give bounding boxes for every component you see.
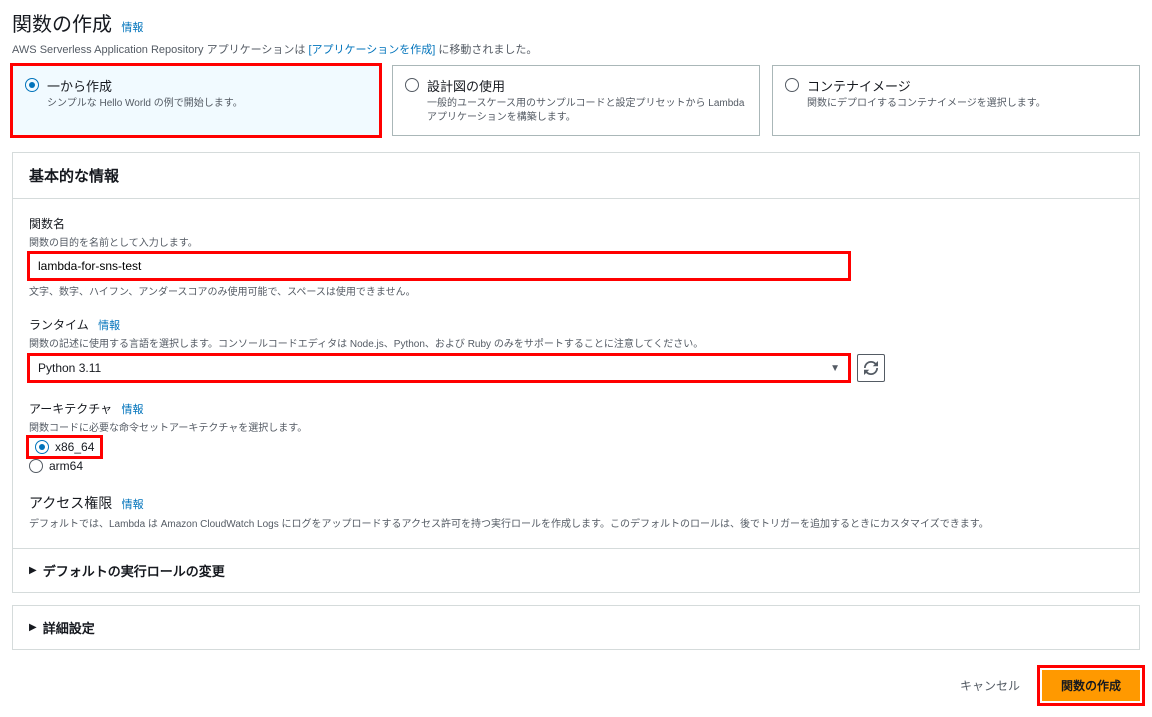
basic-info-title: 基本的な情報 (29, 165, 1123, 186)
permissions-title: アクセス権限 (29, 493, 112, 513)
page-subtitle: AWS Serverless Application Repository アプ… (12, 41, 1140, 57)
refresh-icon (864, 361, 878, 375)
function-name-hint: 関数の目的を名前として入力します。 (29, 234, 1123, 249)
permissions-desc: デフォルトでは、Lambda は Amazon CloudWatch Logs … (29, 515, 1123, 530)
arch-label: arm64 (49, 459, 83, 473)
page-title: 関数の作成 (12, 8, 112, 37)
expander-title: 詳細設定 (43, 618, 95, 637)
runtime-label-text: ランタイム (29, 318, 89, 332)
runtime-info-link[interactable]: 情報 (98, 320, 120, 332)
radio-icon (785, 78, 799, 92)
arch-x86-64-option[interactable]: x86_64 (29, 438, 100, 456)
info-link[interactable]: 情報 (121, 22, 143, 34)
option-author-from-scratch[interactable]: 一から作成 シンプルな Hello World の例で開始します。 (12, 65, 380, 136)
create-application-link[interactable]: [アプリケーションを作成] (308, 44, 435, 56)
radio-icon (405, 78, 419, 92)
option-container-image[interactable]: コンテナイメージ 関数にデプロイするコンテナイメージを選択します。 (772, 65, 1140, 136)
expander-title: デフォルトの実行ロールの変更 (43, 561, 225, 580)
function-name-group: 関数名 関数の目的を名前として入力します。 文字、数字、ハイフン、アンダースコア… (29, 215, 1123, 298)
option-title: 設計図の使用 (427, 76, 747, 95)
chevron-right-icon: ▶ (29, 622, 37, 633)
option-desc: 一般的ユースケース用のサンプルコードと設定プリセットから Lambda アプリケ… (427, 97, 747, 125)
option-use-blueprint[interactable]: 設計図の使用 一般的ユースケース用のサンプルコードと設定プリセットから Lamb… (392, 65, 760, 136)
creation-options: 一から作成 シンプルな Hello World の例で開始します。 設計図の使用… (12, 65, 1140, 136)
radio-icon (25, 78, 39, 92)
default-role-expander[interactable]: ▶ デフォルトの実行ロールの変更 (13, 548, 1139, 592)
radio-icon (35, 440, 49, 454)
architecture-hint: 関数コードに必要な命令セットアーキテクチャを選択します。 (29, 419, 1123, 434)
runtime-group: ランタイム 情報 関数の記述に使用する言語を選択します。コンソールコードエディタ… (29, 316, 1123, 382)
runtime-hint: 関数の記述に使用する言語を選択します。コンソールコードエディタは Node.js… (29, 335, 1123, 350)
architecture-label-text: アーキテクチャ (29, 402, 112, 416)
architecture-info-link[interactable]: 情報 (122, 404, 144, 416)
arch-label: x86_64 (55, 440, 94, 454)
option-desc: シンプルな Hello World の例で開始します。 (47, 97, 367, 111)
advanced-settings-expander[interactable]: ▶ 詳細設定 (12, 605, 1140, 650)
runtime-value: Python 3.11 (38, 361, 101, 375)
subtitle-text-after: に移動されました。 (435, 44, 537, 56)
permissions-section: アクセス権限 情報 デフォルトでは、Lambda は Amazon CloudW… (29, 493, 1123, 530)
cancel-button[interactable]: キャンセル (948, 670, 1032, 701)
chevron-right-icon: ▶ (29, 565, 37, 576)
function-name-input[interactable] (29, 253, 849, 279)
option-title: 一から作成 (47, 76, 367, 95)
permissions-info-link[interactable]: 情報 (122, 499, 144, 511)
function-name-below: 文字、数字、ハイフン、アンダースコアのみ使用可能で、スペースは使用できません。 (29, 283, 1123, 298)
architecture-group: アーキテクチャ 情報 関数コードに必要な命令セットアーキテクチャを選択します。 … (29, 400, 1123, 475)
architecture-label: アーキテクチャ 情報 (29, 400, 1123, 417)
radio-icon (29, 459, 43, 473)
refresh-button[interactable] (857, 354, 885, 382)
option-desc: 関数にデプロイするコンテナイメージを選択します。 (807, 97, 1127, 111)
basic-info-panel: 基本的な情報 関数名 関数の目的を名前として入力します。 文字、数字、ハイフン、… (12, 152, 1140, 593)
option-title: コンテナイメージ (807, 76, 1127, 95)
arch-arm64-option[interactable]: arm64 (29, 457, 1123, 475)
subtitle-text: AWS Serverless Application Repository アプ… (12, 44, 308, 56)
create-function-button[interactable]: 関数の作成 (1042, 670, 1140, 701)
footer-actions: キャンセル 関数の作成 (12, 662, 1140, 709)
chevron-down-icon: ▼ (830, 363, 840, 374)
runtime-label: ランタイム 情報 (29, 316, 1123, 333)
function-name-label: 関数名 (29, 215, 1123, 232)
runtime-select[interactable]: Python 3.11 ▼ (29, 355, 849, 381)
